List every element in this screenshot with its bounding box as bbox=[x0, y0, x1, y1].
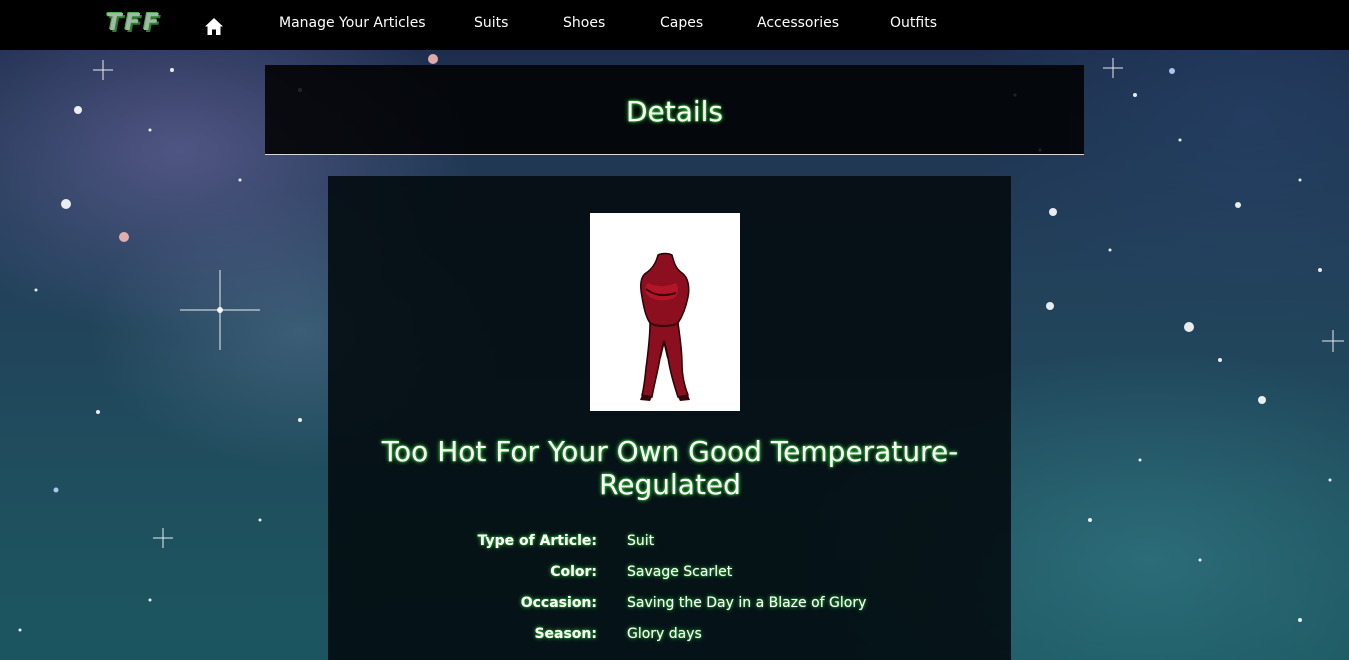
nav-manage-articles[interactable]: Manage Your Articles bbox=[279, 15, 426, 31]
nav-suits[interactable]: Suits bbox=[474, 15, 508, 31]
color-value: Savage Scarlet bbox=[627, 564, 733, 580]
season-label: Season: bbox=[534, 626, 597, 642]
occasion-value: Saving the Day in a Blaze of Glory bbox=[627, 595, 867, 611]
article-name: Too Hot For Your Own Good Temperature-Re… bbox=[381, 435, 959, 501]
color-label: Color: bbox=[550, 564, 597, 580]
page-title: Details bbox=[625, 95, 724, 128]
brand-logo[interactable]: TFF bbox=[106, 10, 162, 36]
nav-capes[interactable]: Capes bbox=[660, 15, 703, 31]
top-navbar: TFF Manage Your Articles Suits Shoes Cap… bbox=[0, 0, 1349, 50]
home-icon[interactable] bbox=[204, 17, 224, 36]
occasion-label: Occasion: bbox=[520, 595, 597, 611]
type-label: Type of Article: bbox=[477, 533, 597, 549]
article-image bbox=[590, 213, 740, 411]
nav-shoes[interactable]: Shoes bbox=[563, 15, 605, 31]
nav-outfits[interactable]: Outfits bbox=[890, 15, 937, 31]
season-value: Glory days bbox=[627, 626, 702, 642]
red-suit-figure-icon bbox=[640, 252, 690, 401]
type-value: Suit bbox=[627, 533, 655, 549]
nav-accessories[interactable]: Accessories bbox=[757, 15, 839, 31]
